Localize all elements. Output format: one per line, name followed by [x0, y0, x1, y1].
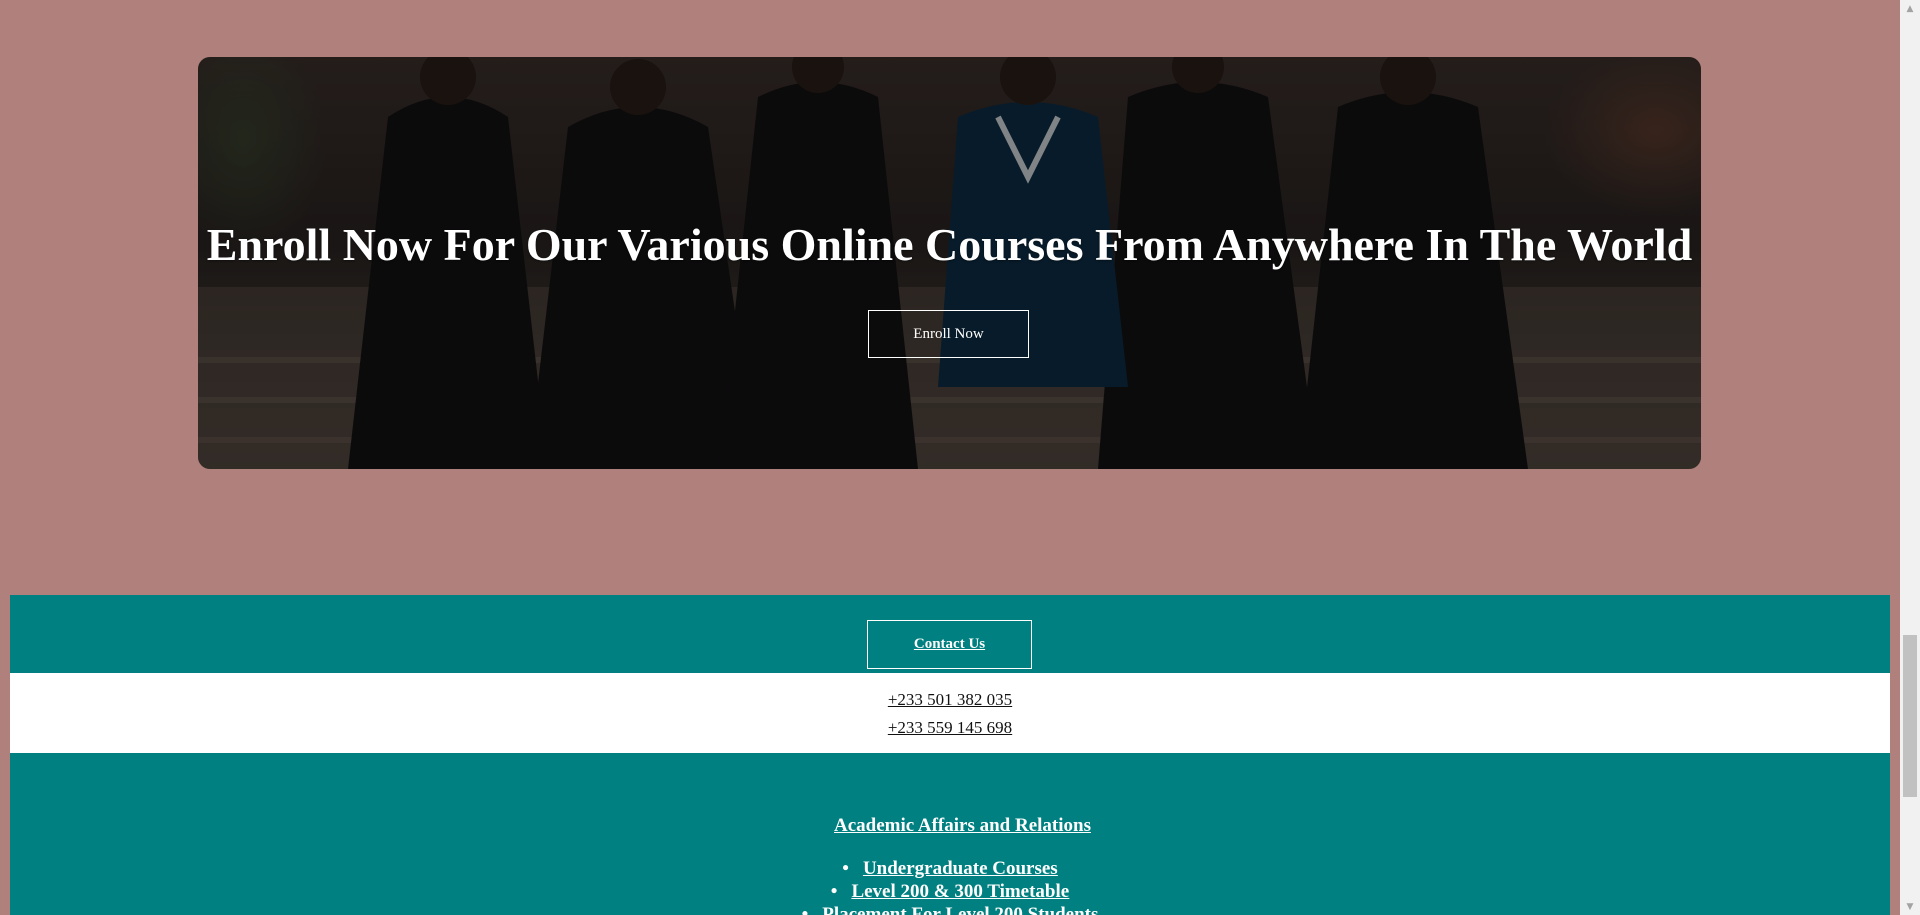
undergraduate-courses-link[interactable]: Undergraduate Courses — [863, 858, 1058, 879]
scroll-down-arrow-icon[interactable]: ▼ — [1900, 898, 1920, 915]
academic-affairs-link[interactable]: Academic Affairs and Relations — [10, 815, 1890, 837]
hero-title: Enroll Now For Our Various Online Course… — [206, 219, 1693, 270]
footer-link-list: Undergraduate Courses Level 200 & 300 Ti… — [10, 857, 1890, 915]
list-item[interactable]: Level 200 & 300 Timetable — [10, 880, 1890, 903]
enroll-now-button[interactable]: Enroll Now — [868, 310, 1029, 358]
page-viewport: Enroll Now For Our Various Online Course… — [0, 0, 1900, 915]
footer-links-band: Academic Affairs and Relations Undergrad… — [10, 753, 1890, 915]
vertical-scrollbar[interactable]: ▲ ▼ — [1900, 0, 1920, 915]
list-item[interactable]: Undergraduate Courses — [10, 857, 1890, 880]
phone-numbers: +233 501 382 035 +233 559 145 698 — [10, 673, 1890, 753]
contact-us-button[interactable]: Contact Us — [867, 620, 1032, 669]
phone-link[interactable]: +233 559 145 698 — [10, 714, 1890, 742]
scrollbar-thumb[interactable] — [1903, 635, 1917, 797]
enroll-hero-banner: Enroll Now For Our Various Online Course… — [198, 57, 1701, 469]
footer-contact-band: Contact Us — [10, 595, 1890, 673]
timetable-link[interactable]: Level 200 & 300 Timetable — [851, 881, 1069, 902]
scroll-up-arrow-icon[interactable]: ▲ — [1900, 0, 1920, 17]
phone-link[interactable]: +233 501 382 035 — [10, 686, 1890, 714]
placement-link[interactable]: Placement For Level 200 Students — [822, 904, 1098, 915]
list-item[interactable]: Placement For Level 200 Students — [10, 903, 1890, 915]
